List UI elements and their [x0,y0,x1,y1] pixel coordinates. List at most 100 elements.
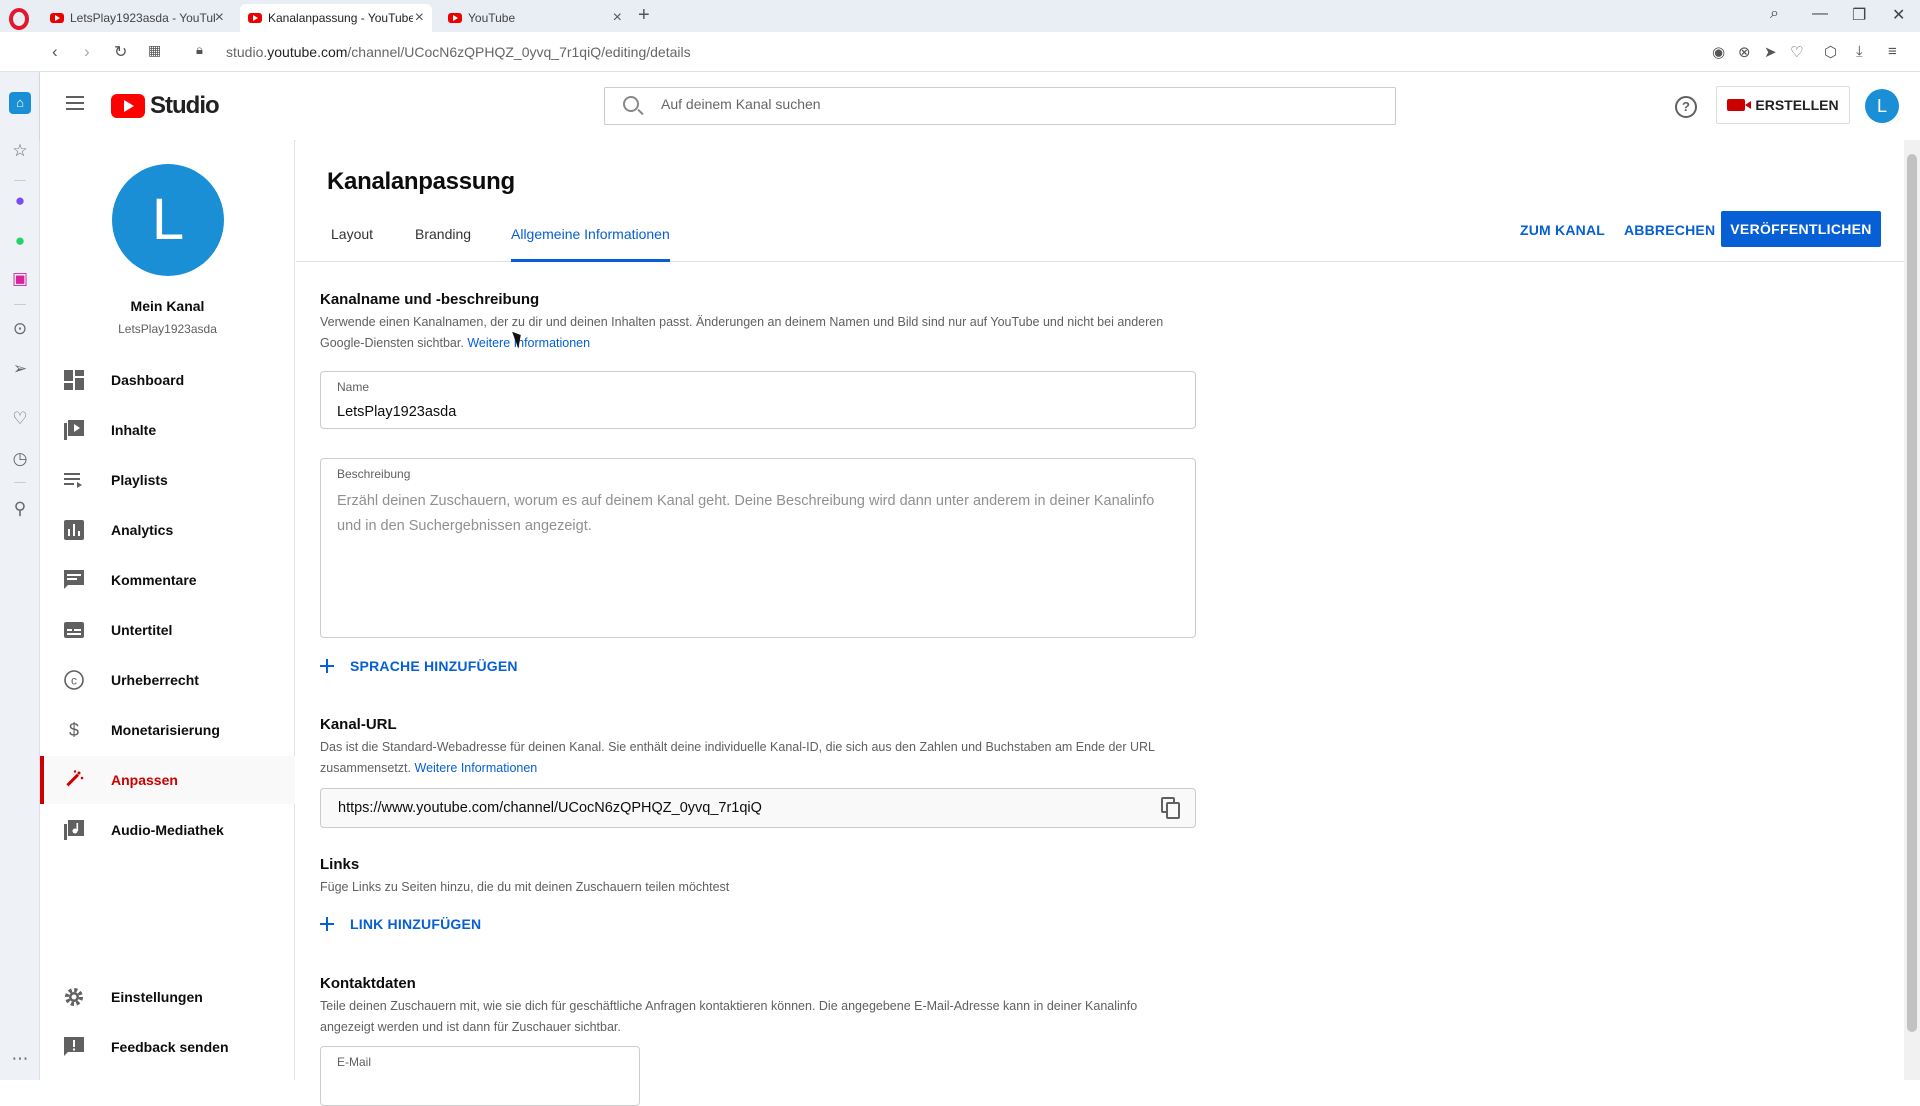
sidebar-item-content[interactable]: Inhalte [40,406,295,454]
location-icon[interactable]: ⚲ [9,498,31,520]
svg-text:c: c [71,674,77,688]
publish-button[interactable]: VERÖFFENTLICHEN [1721,211,1881,247]
plus-icon [320,659,334,673]
tab-label: LetsPlay1923asda - YouTube [70,11,215,25]
plus-icon [320,917,334,931]
sidebar-item-audio-library[interactable]: Audio-Mediathek [40,806,295,854]
learn-more-link[interactable]: Weitere Informationen [415,761,538,775]
help-icon[interactable]: ? [1675,96,1697,118]
name-field[interactable]: Name LetsPlay1923asda [320,371,1196,429]
browser-tab-2[interactable]: Kanalanpassung - YouTube × [240,4,432,32]
download-icon[interactable]: ⤓ [1856,43,1863,60]
sidebar-item-customize[interactable]: Anpassen [40,756,295,804]
sidebar-item-analytics[interactable]: Analytics [40,506,295,554]
url-domain: youtube.com [267,44,348,60]
audio-library-icon [64,820,84,840]
scrollbar-thumb[interactable] [1907,154,1917,1032]
lock-icon: 🔒︎ [196,42,203,57]
name-field-label: Name [337,380,370,394]
links-section-description: Füge Links zu Seiten hinzu, die du mit d… [320,880,730,894]
sidebar-item-monetization[interactable]: $ Monetarisierung [40,706,295,754]
add-language-label: SPRACHE HINZUFÜGEN [350,658,518,674]
sidebar-item-subtitles[interactable]: Untertitel [40,606,295,654]
learn-more-link[interactable]: Weitere Informationen [467,336,590,350]
tab-layout[interactable]: Layout [331,226,373,262]
bookmark-icon[interactable]: ☆ [9,140,31,162]
url-prefix: studio. [226,44,268,60]
sidebar-item-feedback[interactable]: Feedback senden [40,1023,295,1071]
forward-icon[interactable]: › [84,42,90,62]
search-tabs-icon[interactable]: ⌕ [1770,5,1779,23]
instagram-icon[interactable]: ▣ [9,268,31,290]
send-icon[interactable]: ➤ [1764,43,1777,61]
browser-tab-3[interactable]: YouTube × [440,4,630,32]
heart-icon[interactable]: ♡ [1790,43,1803,61]
browser-tab-bar: LetsPlay1923asda - YouTube × Kanalanpass… [0,0,1920,32]
window-close-icon[interactable]: ✕ [1892,5,1905,25]
description-field[interactable]: Beschreibung Erzähl deinen Zuschauern, w… [320,458,1196,638]
add-language-button[interactable]: SPRACHE HINZUFÜGEN [320,654,518,678]
browser-tab-1[interactable]: LetsPlay1923asda - YouTube × [42,4,232,32]
view-channel-button[interactable]: ZUM KANAL [1520,222,1605,238]
sidebar-item-label: Dashboard [111,372,185,388]
whatsapp-icon[interactable]: ● [9,230,31,252]
page-title: Kanalanpassung [327,168,515,195]
copy-icon[interactable] [1161,797,1181,819]
opera-logo-icon[interactable] [8,8,30,30]
flow-icon[interactable]: ➢ [9,358,31,380]
sidebar-item-label: Feedback senden [111,1039,229,1055]
grid-icon[interactable]: ▦ [148,42,161,59]
close-icon[interactable]: × [215,9,224,27]
hamburger-menu-icon[interactable] [66,96,84,110]
messenger-icon[interactable]: ● [9,190,31,212]
tab-branding[interactable]: Branding [415,226,471,262]
new-tab-icon[interactable]: + [638,4,650,27]
sidebar-item-comments[interactable]: Kommentare [40,556,295,604]
youtube-logo-icon[interactable] [111,94,145,118]
sidebar-item-dashboard[interactable]: Dashboard [40,356,295,404]
close-icon[interactable]: × [415,9,424,27]
camera-icon[interactable]: ◉ [1712,43,1725,61]
channel-search[interactable] [604,87,1396,125]
favorites-icon[interactable]: ♡ [9,408,31,430]
sidebar-item-playlists[interactable]: Playlists [40,456,295,504]
create-button[interactable]: ERSTELLEN [1716,86,1850,124]
channel-url-field[interactable]: https://www.youtube.com/channel/UCocN6zQ… [320,788,1196,828]
cancel-button[interactable]: ABBRECHEN [1624,222,1715,238]
account-avatar[interactable]: L [1865,89,1899,123]
minimize-icon[interactable]: — [1812,5,1828,23]
name-section-title: Kanalname und -beschreibung [320,291,540,308]
name-field-value[interactable]: LetsPlay1923asda [337,404,456,420]
add-link-button[interactable]: LINK HINZUFÜGEN [320,912,481,936]
reload-icon[interactable]: ↻ [114,42,127,62]
back-icon[interactable]: ‹ [52,42,58,62]
channel-avatar[interactable]: L [112,164,224,276]
studio-sidebar: L Mein Kanal LetsPlay1923asda Dashboard … [40,140,295,1080]
adblock-icon[interactable]: ⊗ [1738,43,1751,61]
youtube-favicon-icon [248,13,262,23]
customize-icon [64,770,84,790]
more-icon[interactable]: ⋯ [9,1048,31,1070]
search-input[interactable] [661,96,1361,112]
history-icon[interactable]: ◷ [9,448,31,470]
sidebar-item-settings[interactable]: Einstellungen [40,973,295,1021]
close-icon[interactable]: × [613,9,622,27]
studio-logo-text[interactable]: Studio [150,92,220,120]
sidebar-item-label: Untertitel [111,622,173,638]
sidebar-item-copyright[interactable]: c Urheberrecht [40,656,295,704]
sidebar-item-label: Urheberrecht [111,672,199,688]
restore-icon[interactable]: ❐ [1852,5,1866,25]
url-field[interactable]: studio.youtube.com/channel/UCocN6zQPHQZ_… [226,44,691,60]
main-content: Kanalanpassung Layout Branding Allgemein… [296,140,1904,1106]
channel-url-value[interactable]: https://www.youtube.com/channel/UCocN6zQ… [338,800,762,816]
email-field[interactable]: E-Mail [320,1046,640,1106]
content-icon [64,420,84,440]
cube-icon[interactable]: ⬡ [1824,43,1837,61]
subtitles-icon [64,620,84,640]
tab-general-info[interactable]: Allgemeine Informationen [511,226,670,262]
home-icon[interactable]: ⌂ [9,92,31,114]
player-icon[interactable]: ⊙ [9,318,31,340]
menu-icon[interactable]: ≡ [1888,43,1897,60]
channel-title: Mein Kanal [130,298,205,314]
page-scrollbar[interactable] [1904,140,1920,1080]
